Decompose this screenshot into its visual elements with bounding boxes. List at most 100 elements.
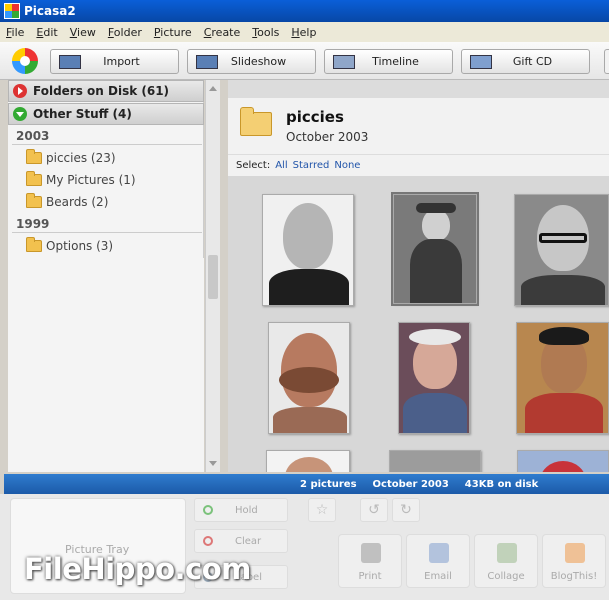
gift-cd-label: Gift CD — [512, 55, 553, 68]
select-label: Select: — [236, 160, 271, 171]
rotate-right-button[interactable]: ↻ — [392, 498, 420, 522]
clear-icon — [203, 536, 213, 546]
print-label: Print — [358, 571, 382, 582]
collage-button[interactable]: Collage — [474, 534, 538, 588]
other-stuff-header[interactable]: Other Stuff (4) — [8, 103, 204, 125]
folder-item-label: My Pictures (1) — [46, 173, 136, 187]
rotate-left-button[interactable]: ↺ — [360, 498, 388, 522]
picasa-logo-icon — [12, 48, 38, 74]
select-all-link[interactable]: All — [275, 160, 287, 171]
camera-icon — [59, 54, 81, 69]
clear-label: Clear — [235, 535, 262, 547]
blogthis-label: BlogThis! — [550, 571, 598, 582]
menu-edit[interactable]: Edit — [36, 26, 57, 39]
blogger-icon — [565, 543, 585, 563]
year-heading-2003: 2003 — [16, 129, 50, 143]
folder-header: piccies October 2003 — [228, 98, 609, 154]
rotate-right-icon: ↻ — [400, 502, 412, 518]
folder-list-scrollbar[interactable] — [205, 80, 220, 472]
other-stuff-label: Other Stuff (4) — [33, 107, 132, 121]
menu-file[interactable]: File — [6, 26, 24, 39]
scroll-down-icon[interactable] — [209, 461, 217, 466]
menu-bar: File Edit View Folder Picture Create Too… — [0, 22, 609, 42]
thumbnail-grid — [228, 176, 609, 472]
email-button[interactable]: Email — [406, 534, 470, 588]
photo-thumbnail[interactable] — [268, 322, 350, 434]
import-label: Import — [103, 55, 140, 68]
import-button[interactable]: Import — [50, 49, 179, 74]
folder-item-piccies[interactable]: piccies (23) — [26, 149, 116, 165]
folder-icon — [26, 171, 42, 186]
collage-label: Collage — [487, 571, 525, 582]
folder-list-empty-area — [8, 258, 204, 472]
photo-thumbnail[interactable] — [517, 450, 609, 472]
status-disk-size: 43KB on disk — [464, 478, 539, 490]
divider — [12, 144, 202, 145]
folder-icon — [26, 237, 42, 252]
hold-button[interactable]: Hold — [194, 498, 288, 522]
menu-folder[interactable]: Folder — [108, 26, 142, 39]
photo-thumbnail[interactable] — [389, 450, 481, 472]
email-icon — [429, 543, 449, 563]
rotate-left-icon: ↺ — [368, 502, 380, 518]
folder-item-my-pictures[interactable]: My Pictures (1) — [26, 171, 136, 187]
folder-item-label: piccies (23) — [46, 151, 116, 165]
folder-item-options[interactable]: Options (3) — [26, 237, 113, 253]
collage-icon — [497, 543, 517, 563]
blogthis-button[interactable]: BlogThis! — [542, 534, 606, 588]
folder-item-beards[interactable]: Beards (2) — [26, 193, 109, 209]
status-picture-count: 2 pictures — [300, 478, 357, 490]
photo-thumbnail[interactable] — [262, 194, 354, 306]
print-button[interactable]: Print — [338, 534, 402, 588]
folders-on-disk-header[interactable]: Folders on Disk (61) — [8, 80, 204, 102]
status-date: October 2003 — [372, 478, 449, 490]
photo-thumbnail[interactable] — [514, 194, 609, 306]
hold-label: Hold — [235, 504, 258, 516]
menu-picture[interactable]: Picture — [154, 26, 192, 39]
window-title: Picasa2 — [24, 4, 76, 18]
star-icon: ☆ — [315, 502, 329, 518]
slideshow-button[interactable]: Slideshow — [187, 49, 316, 74]
timeline-button[interactable]: Timeline — [324, 49, 453, 74]
cd-icon — [470, 54, 492, 69]
picasa-app-icon — [4, 3, 20, 19]
photo-thumbnail[interactable] — [266, 450, 350, 472]
menu-view[interactable]: View — [70, 26, 96, 39]
star-button[interactable]: ☆ — [308, 498, 336, 522]
status-bar: 2 pictures October 2003 43KB on disk — [4, 474, 609, 494]
slideshow-label: Slideshow — [230, 55, 287, 68]
folders-on-disk-label: Folders on Disk (61) — [33, 84, 170, 98]
select-starred-link[interactable]: Starred — [293, 160, 330, 171]
folder-icon — [240, 107, 272, 136]
email-label: Email — [424, 571, 452, 582]
title-bar: Picasa2 — [0, 0, 609, 22]
select-none-link[interactable]: None — [334, 160, 360, 171]
folder-icon — [26, 149, 42, 164]
select-bar: Select: All Starred None — [228, 154, 609, 176]
printer-icon — [361, 543, 381, 563]
menu-tools[interactable]: Tools — [252, 26, 279, 39]
toolbar: Import Slideshow Timeline Gift CD — [0, 42, 609, 80]
photo-thumbnail[interactable] — [516, 322, 609, 434]
photo-thumbnail[interactable] — [398, 322, 470, 434]
folder-item-label: Beards (2) — [46, 195, 109, 209]
menu-create[interactable]: Create — [204, 26, 241, 39]
folder-date: October 2003 — [286, 130, 369, 144]
folder-list-pane: Folders on Disk (61) Other Stuff (4) 200… — [8, 80, 204, 472]
divider — [12, 232, 202, 233]
slideshow-icon — [196, 54, 218, 69]
timeline-icon — [333, 54, 355, 69]
expanded-arrow-icon — [13, 107, 27, 121]
clear-button[interactable]: Clear — [194, 529, 288, 553]
toolbar-overflow-button[interactable] — [604, 49, 609, 74]
scrollbar-thumb[interactable] — [208, 255, 218, 299]
year-heading-1999: 1999 — [16, 217, 50, 231]
photo-thumbnail[interactable] — [391, 192, 479, 306]
collapsed-arrow-icon — [13, 84, 27, 98]
folder-icon — [26, 193, 42, 208]
filehippo-watermark: FileHippo.com — [24, 552, 251, 586]
timeline-label: Timeline — [372, 55, 419, 68]
gift-cd-button[interactable]: Gift CD — [461, 49, 590, 74]
scroll-up-icon[interactable] — [209, 86, 217, 91]
menu-help[interactable]: Help — [291, 26, 316, 39]
